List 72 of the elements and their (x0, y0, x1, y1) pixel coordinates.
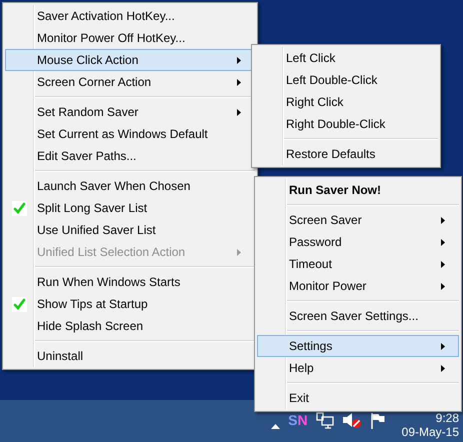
menu-item-label: Monitor Power (289, 279, 366, 293)
submenu-arrow-icon (441, 365, 445, 372)
clock-time: 9:28 (436, 411, 459, 425)
menu-item[interactable]: Restore Defaults (254, 143, 438, 165)
menu-item-label: Settings (289, 339, 332, 353)
menu-item-label: Uninstall (37, 349, 84, 363)
menu-item-label: Mouse Click Action (37, 53, 138, 67)
clock-date: 09-May-15 (402, 425, 459, 439)
network-icon[interactable] (316, 412, 334, 429)
menu-item-label: Right Click (286, 95, 344, 109)
menu-item[interactable]: Screen Saver Settings... (257, 305, 459, 327)
menu-item-label: Password (289, 235, 342, 249)
submenu-arrow-icon (441, 261, 445, 268)
menu-item[interactable]: Launch Saver When Chosen (5, 175, 255, 197)
menu-item-label: Restore Defaults (286, 147, 376, 161)
menu-item-label: Left Double-Click (286, 73, 378, 87)
menu-item[interactable]: Right Double-Click (254, 113, 438, 135)
submenu-arrow-icon (441, 239, 445, 246)
menu-item-label: Hide Splash Screen (37, 319, 144, 333)
menu-item-label: Use Unified Saver List (37, 223, 156, 237)
menu-item[interactable]: Screen Saver (257, 209, 459, 231)
menu-item-label: Run Saver Now! (289, 183, 382, 197)
menu-item[interactable]: Set Current as Windows Default (5, 123, 255, 145)
speaker-muted-icon[interactable] (342, 412, 362, 429)
menu-item-label: Unified List Selection Action (37, 245, 186, 259)
menu-item[interactable]: Run When Windows Starts (5, 271, 255, 293)
submenu-arrow-icon (441, 343, 445, 350)
menu-item[interactable]: Show Tips at Startup (5, 293, 255, 315)
menu-item[interactable]: Settings (257, 335, 459, 357)
caret-up-icon[interactable] (271, 423, 280, 429)
menu-item[interactable]: Right Click (254, 91, 438, 113)
menu-item[interactable]: Left Double-Click (254, 69, 438, 91)
menu-item-label: Monitor Power Off HotKey... (37, 31, 186, 45)
menu-item[interactable]: Split Long Saver List (5, 197, 255, 219)
menu-item[interactable]: Monitor Power (257, 275, 459, 297)
submenu-arrow-icon (441, 217, 445, 224)
menu-item[interactable]: Screen Corner Action (5, 71, 255, 93)
menu-item[interactable]: Timeout (257, 253, 459, 275)
submenu-arrow-icon (441, 283, 445, 290)
submenu-arrow-icon (237, 57, 241, 64)
menu-item[interactable]: Use Unified Saver List (5, 219, 255, 241)
submenu-arrow-icon (237, 109, 241, 116)
submenu-arrow-icon (237, 79, 241, 86)
submenu-arrow-icon (237, 249, 241, 256)
menu-item[interactable]: Help (257, 357, 459, 379)
menu-item-label: Screen Saver Settings... (289, 309, 418, 323)
menu-item[interactable]: Monitor Power Off HotKey... (5, 27, 255, 49)
menu-item[interactable]: Set Random Saver (5, 101, 255, 123)
menu-item[interactable]: Run Saver Now! (257, 179, 459, 201)
menu-item-label: Saver Activation HotKey... (37, 9, 175, 23)
menu-item-label: Split Long Saver List (37, 201, 148, 215)
flag-icon[interactable] (370, 412, 386, 429)
menu-item[interactable]: Left Click (254, 47, 438, 69)
menu-item-label: Edit Saver Paths... (37, 149, 136, 163)
menu-item-label: Show Tips at Startup (37, 297, 148, 311)
menu-item-label: Timeout (289, 257, 332, 271)
menu-item[interactable]: Hide Splash Screen (5, 315, 255, 337)
menu-item-label: Launch Saver When Chosen (37, 179, 190, 193)
menu-item[interactable]: Exit (257, 387, 459, 409)
menu-item-label: Screen Saver (289, 213, 362, 227)
menu-item-label: Help (289, 361, 314, 375)
menu-item[interactable]: Password (257, 231, 459, 253)
menu-item-label: Screen Corner Action (37, 75, 152, 89)
menu-item[interactable]: Uninstall (5, 345, 255, 367)
menu-item-label: Right Double-Click (286, 117, 386, 131)
menu-item-label: Run When Windows Starts (37, 275, 180, 289)
menu-item-label: Set Current as Windows Default (37, 127, 208, 141)
menu-item-label: Left Click (286, 51, 336, 65)
menu-item-label: Set Random Saver (37, 105, 138, 119)
menu-item[interactable]: Saver Activation HotKey... (5, 5, 255, 27)
menu-item-label: Exit (289, 391, 310, 405)
menu-item[interactable]: Edit Saver Paths... (5, 145, 255, 167)
